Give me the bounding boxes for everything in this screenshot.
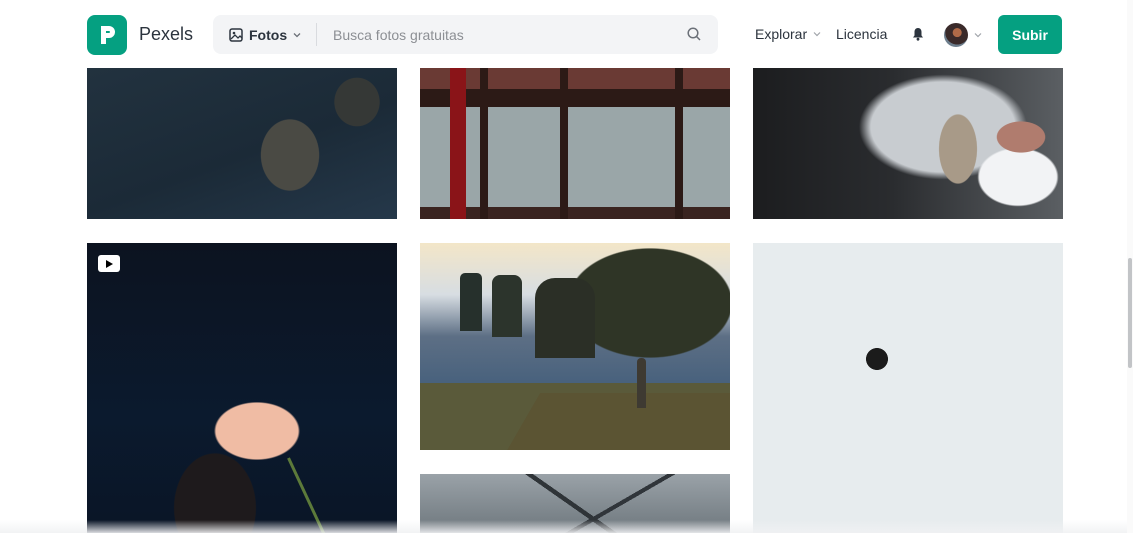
photo-detail [450,67,466,219]
bell-icon[interactable] [910,26,926,42]
photo-detail [535,278,595,358]
search-type-dropdown[interactable]: Fotos [228,15,302,54]
chevron-down-icon [813,32,821,37]
brand-name[interactable]: Pexels [139,24,193,45]
search-icon[interactable] [684,24,704,44]
photo-detail [460,273,482,331]
play-icon [98,255,120,272]
chevron-down-icon[interactable] [973,30,983,40]
upload-button[interactable]: Subir [998,15,1062,54]
explore-label: Explorar [755,26,808,42]
pexels-logo-icon[interactable] [87,15,127,55]
scrollbar-thumb[interactable] [1128,258,1132,368]
photo-detail [492,275,522,337]
photo-card[interactable] [753,243,1063,533]
search-input[interactable] [325,21,681,48]
search-type-label: Fotos [249,26,288,43]
scrollbar[interactable] [1127,0,1133,533]
photo-detail [499,393,730,450]
photo-detail [637,358,646,408]
pexels-page: Pexels Fotos Busca fotos gratuitas Explo… [0,0,1133,533]
photo-card[interactable] [753,67,1063,219]
search-bar: Fotos [213,15,718,54]
search-divider [316,23,317,46]
image-icon [229,27,243,42]
video-card[interactable] [87,243,397,533]
photo-card[interactable] [420,67,730,219]
explore-menu[interactable]: Explorar [755,26,822,42]
photo-card[interactable] [420,243,730,450]
top-navbar: Pexels Fotos Busca fotos gratuitas Explo… [0,0,1133,68]
license-link[interactable]: Licencia [836,26,887,42]
bottom-fade [0,520,1133,533]
photo-card[interactable] [87,67,397,219]
chevron-down-icon [293,32,301,37]
avatar[interactable] [944,23,968,47]
